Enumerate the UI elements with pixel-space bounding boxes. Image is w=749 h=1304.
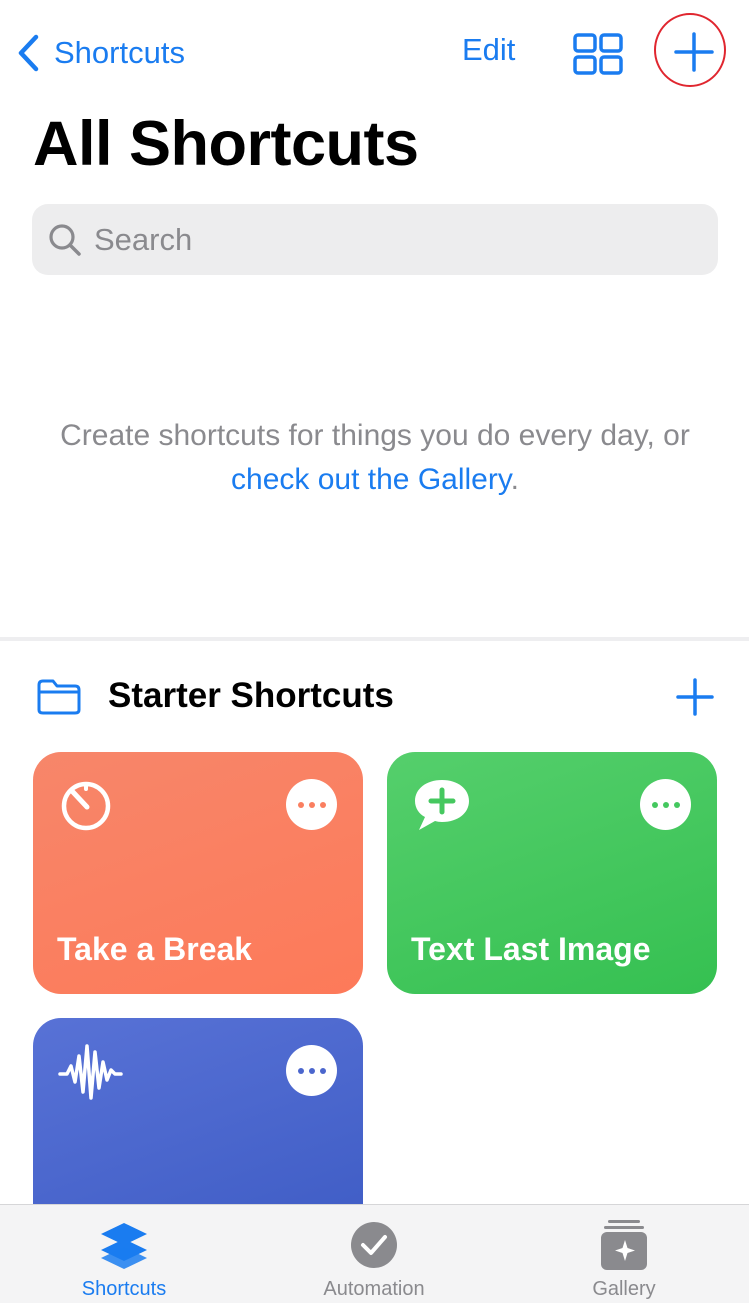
waveform-icon [57,1042,123,1107]
tab-label: Gallery [592,1278,656,1300]
folder-icon [36,678,82,721]
chevron-left-icon [18,34,39,72]
section-divider [0,637,749,641]
card-more-button[interactable] [286,779,337,830]
back-label: Shortcuts [54,35,185,70]
empty-state-text: Create shortcuts for things you do every… [60,419,690,452]
grid-view-button[interactable] [572,33,624,75]
page-title: All Shortcuts [33,109,419,179]
clock-check-icon [348,1217,400,1278]
gallery-link[interactable]: check out the Gallery [231,463,511,496]
section-title: Starter Shortcuts [108,676,394,715]
timer-icon [57,776,115,839]
tab-label: Automation [323,1278,425,1300]
search-icon [49,223,81,256]
back-button[interactable]: Shortcuts [16,30,185,76]
layers-icon [98,1217,150,1278]
add-to-folder-button[interactable] [674,676,716,723]
tab-bar: Shortcuts Automation Gallery [0,1204,749,1303]
plus-icon [676,678,714,716]
card-more-button[interactable] [640,779,691,830]
tab-automation[interactable]: Automation [274,1205,474,1304]
card-title: Text Last Image [411,931,651,967]
empty-state-message: Create shortcuts for things you do every… [40,414,710,502]
search-input[interactable] [94,221,674,258]
empty-state-suffix: . [510,463,519,496]
edit-button[interactable]: Edit [462,32,515,68]
annotation-circle [654,13,726,87]
tab-label: Shortcuts [81,1278,167,1300]
card-more-button[interactable] [286,1045,337,1096]
grid-view-icon [573,33,623,75]
card-title: Take a Break [57,931,253,967]
search-bar[interactable] [32,204,718,275]
gallery-sparkle-icon [598,1217,650,1278]
message-plus-icon [411,776,473,839]
shortcut-card-take-a-break[interactable]: Take a Break [33,752,363,994]
tab-gallery[interactable]: Gallery [524,1205,724,1304]
shortcut-card-text-last-image[interactable]: Text Last Image [387,752,717,994]
tab-shortcuts[interactable]: Shortcuts [24,1205,224,1304]
